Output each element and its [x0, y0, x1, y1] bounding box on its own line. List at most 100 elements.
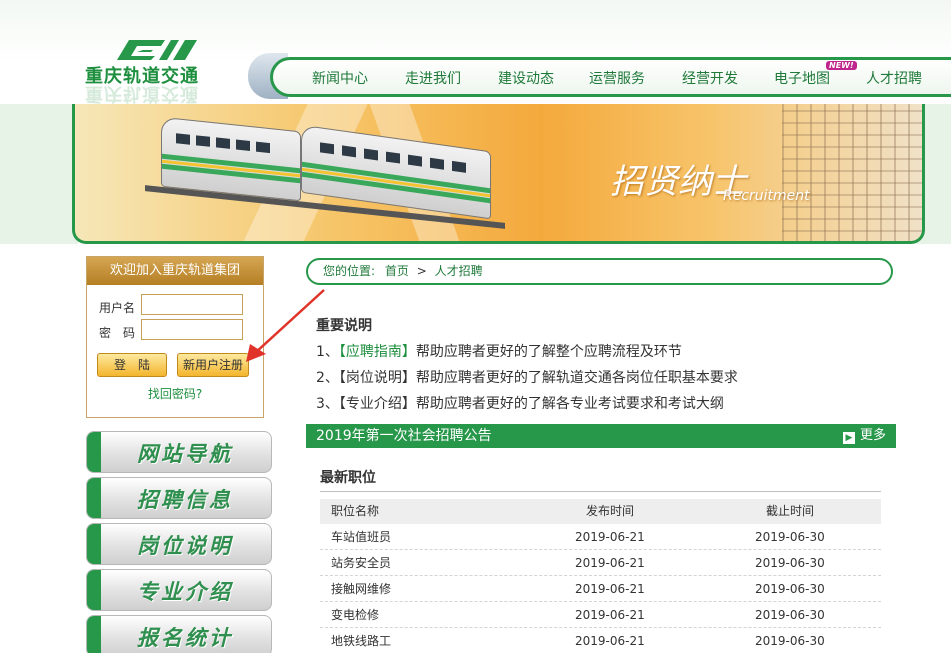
more-label: 更多 — [859, 428, 886, 443]
register-button[interactable]: 新用户注册 — [177, 353, 249, 377]
note-item: 3、【专业介绍】帮助应聘者更好的了解各专业考试要求和考试大纲 — [316, 393, 724, 413]
train-window — [176, 133, 190, 145]
col-header-job: 职位名称 — [331, 504, 380, 518]
job-title-link[interactable]: 接触网维修 — [331, 576, 391, 602]
note-number: 2、 — [316, 370, 339, 386]
jobs-title: 最新职位 — [320, 470, 376, 486]
table-row[interactable]: 变电检修 2019-06-21 2019-06-30 — [320, 602, 881, 628]
banner-side-left — [0, 104, 78, 244]
side-menu-majors[interactable]: 专业介绍 — [86, 569, 272, 611]
train-window — [196, 135, 210, 147]
job-published-date: 2019-06-21 — [575, 530, 645, 544]
play-arrow-icon: ▶ — [842, 432, 855, 444]
side-menu-label: 岗位说明 — [137, 533, 233, 558]
nav-item-news[interactable]: 新闻中心 — [312, 68, 368, 88]
job-title-link[interactable]: 变电检修 — [331, 602, 379, 628]
side-menu-tab — [87, 478, 101, 518]
notice-title[interactable]: 2019年第一次社会招聘公告 — [316, 428, 492, 444]
train-window — [236, 139, 250, 151]
nav-item-operations[interactable]: 运营服务 — [589, 68, 645, 88]
train-window — [364, 148, 378, 161]
job-deadline-date: 2019-06-30 — [755, 530, 825, 544]
side-menu-site-nav[interactable]: 网站导航 — [86, 431, 272, 473]
password-label: 密 码 — [99, 326, 136, 340]
breadcrumb-separator: > — [416, 264, 427, 278]
job-title-link[interactable]: 站务安全员 — [331, 550, 391, 576]
train-window — [342, 145, 356, 158]
col-header-deadline: 截止时间 — [766, 504, 815, 518]
note-link-guide[interactable]: 【应聘指南】 — [339, 344, 416, 360]
note-item: 1、【应聘指南】帮助应聘者更好的了解整个应聘流程及环节 — [316, 341, 682, 361]
breadcrumb-label: 您的位置: — [323, 264, 376, 278]
login-panel: 欢迎加入重庆轨道集团 用户名 密 码 登 陆 新用户注册 找回密码? — [86, 256, 264, 418]
note-number: 3、 — [316, 396, 339, 412]
job-published-date: 2019-06-21 — [575, 634, 645, 648]
train-window — [452, 160, 466, 173]
note-link-majors[interactable]: 【专业介绍】 — [339, 396, 416, 412]
login-button[interactable]: 登 陆 — [97, 353, 167, 377]
new-badge: NEW! — [826, 61, 857, 70]
notice-bar: 2019年第一次社会招聘公告 ▶ 更多 — [306, 424, 896, 448]
train-window — [408, 154, 422, 167]
jobs-divider — [320, 491, 881, 492]
note-link-jobs[interactable]: 【岗位说明】 — [339, 370, 416, 386]
note-text: 帮助应聘者更好的了解整个应聘流程及环节 — [415, 344, 682, 360]
col-header-published: 发布时间 — [586, 504, 635, 518]
train-window — [256, 141, 270, 154]
job-title-link[interactable]: 地铁线路工 — [331, 628, 391, 653]
breadcrumb-current: 人才招聘 — [434, 264, 483, 278]
nav-item-business[interactable]: 经营开发 — [682, 68, 738, 88]
side-menu-label: 专业介绍 — [137, 579, 233, 604]
note-text: 帮助应聘者更好的了解各专业考试要求和考试大纲 — [415, 396, 724, 412]
note-number: 1、 — [316, 344, 339, 360]
note-item: 2、【岗位说明】帮助应聘者更好的了解轨道交通各岗位任职基本要求 — [316, 367, 738, 387]
site-logo[interactable]: 重庆轨道交通 重庆轨道交通 — [85, 38, 205, 104]
train-window — [320, 142, 334, 155]
job-deadline-date: 2019-06-30 — [755, 634, 825, 648]
breadcrumb-home[interactable]: 首页 — [385, 264, 409, 278]
job-published-date: 2019-06-21 — [575, 556, 645, 570]
side-menu-tab — [87, 570, 101, 610]
train-window — [430, 157, 444, 170]
job-published-date: 2019-06-21 — [575, 608, 645, 622]
forgot-password-link[interactable]: 找回密码? — [87, 385, 263, 402]
notes-title: 重要说明 — [316, 318, 372, 334]
side-menu-tab — [87, 524, 101, 564]
nav-item-construction[interactable]: 建设动态 — [498, 68, 554, 88]
more-link[interactable]: ▶ 更多 — [842, 424, 886, 448]
table-row[interactable]: 车站值班员 2019-06-21 2019-06-30 — [320, 524, 881, 550]
username-label: 用户名 — [99, 301, 136, 315]
nav-item-about[interactable]: 走进我们 — [405, 68, 461, 88]
side-menu-recruit-info[interactable]: 招聘信息 — [86, 477, 272, 519]
banner: 招贤纳士 Recruitment — [72, 104, 925, 244]
side-menu-job-desc[interactable]: 岗位说明 — [86, 523, 272, 565]
train-window — [386, 151, 400, 164]
nav-item-map[interactable]: 电子地图 — [774, 68, 830, 88]
logo-mark-icon — [117, 40, 197, 60]
login-heading: 欢迎加入重庆轨道集团 — [87, 257, 263, 285]
password-input[interactable] — [141, 319, 243, 340]
job-published-date: 2019-06-21 — [575, 582, 645, 596]
table-row[interactable]: 接触网维修 2019-06-21 2019-06-30 — [320, 576, 881, 602]
train-window — [216, 137, 230, 149]
side-menu-label: 报名统计 — [137, 625, 233, 650]
job-deadline-date: 2019-06-30 — [755, 582, 825, 596]
breadcrumb: 您的位置: 首页 > 人才招聘 — [306, 258, 893, 285]
job-deadline-date: 2019-06-30 — [755, 556, 825, 570]
jobs-table-header: 职位名称 发布时间 截止时间 — [320, 499, 881, 524]
job-title-link[interactable]: 车站值班员 — [331, 524, 391, 550]
banner-frame: 招贤纳士 Recruitment — [0, 104, 951, 244]
username-input[interactable] — [141, 294, 243, 315]
banner-building-image — [782, 104, 922, 241]
banner-subtitle: Recruitment — [723, 188, 810, 204]
side-menu-tab — [87, 432, 101, 472]
side-menu-stats[interactable]: 报名统计 — [86, 615, 272, 653]
note-text: 帮助应聘者更好的了解轨道交通各岗位任职基本要求 — [415, 370, 738, 386]
table-row[interactable]: 站务安全员 2019-06-21 2019-06-30 — [320, 550, 881, 576]
side-menu-label: 网站导航 — [137, 441, 233, 466]
side-menu-label: 招聘信息 — [137, 487, 233, 512]
side-menu-tab — [87, 616, 101, 653]
job-deadline-date: 2019-06-30 — [755, 608, 825, 622]
table-row[interactable]: 地铁线路工 2019-06-21 2019-06-30 — [320, 628, 881, 653]
nav-item-recruitment[interactable]: 人才招聘 — [866, 68, 922, 88]
